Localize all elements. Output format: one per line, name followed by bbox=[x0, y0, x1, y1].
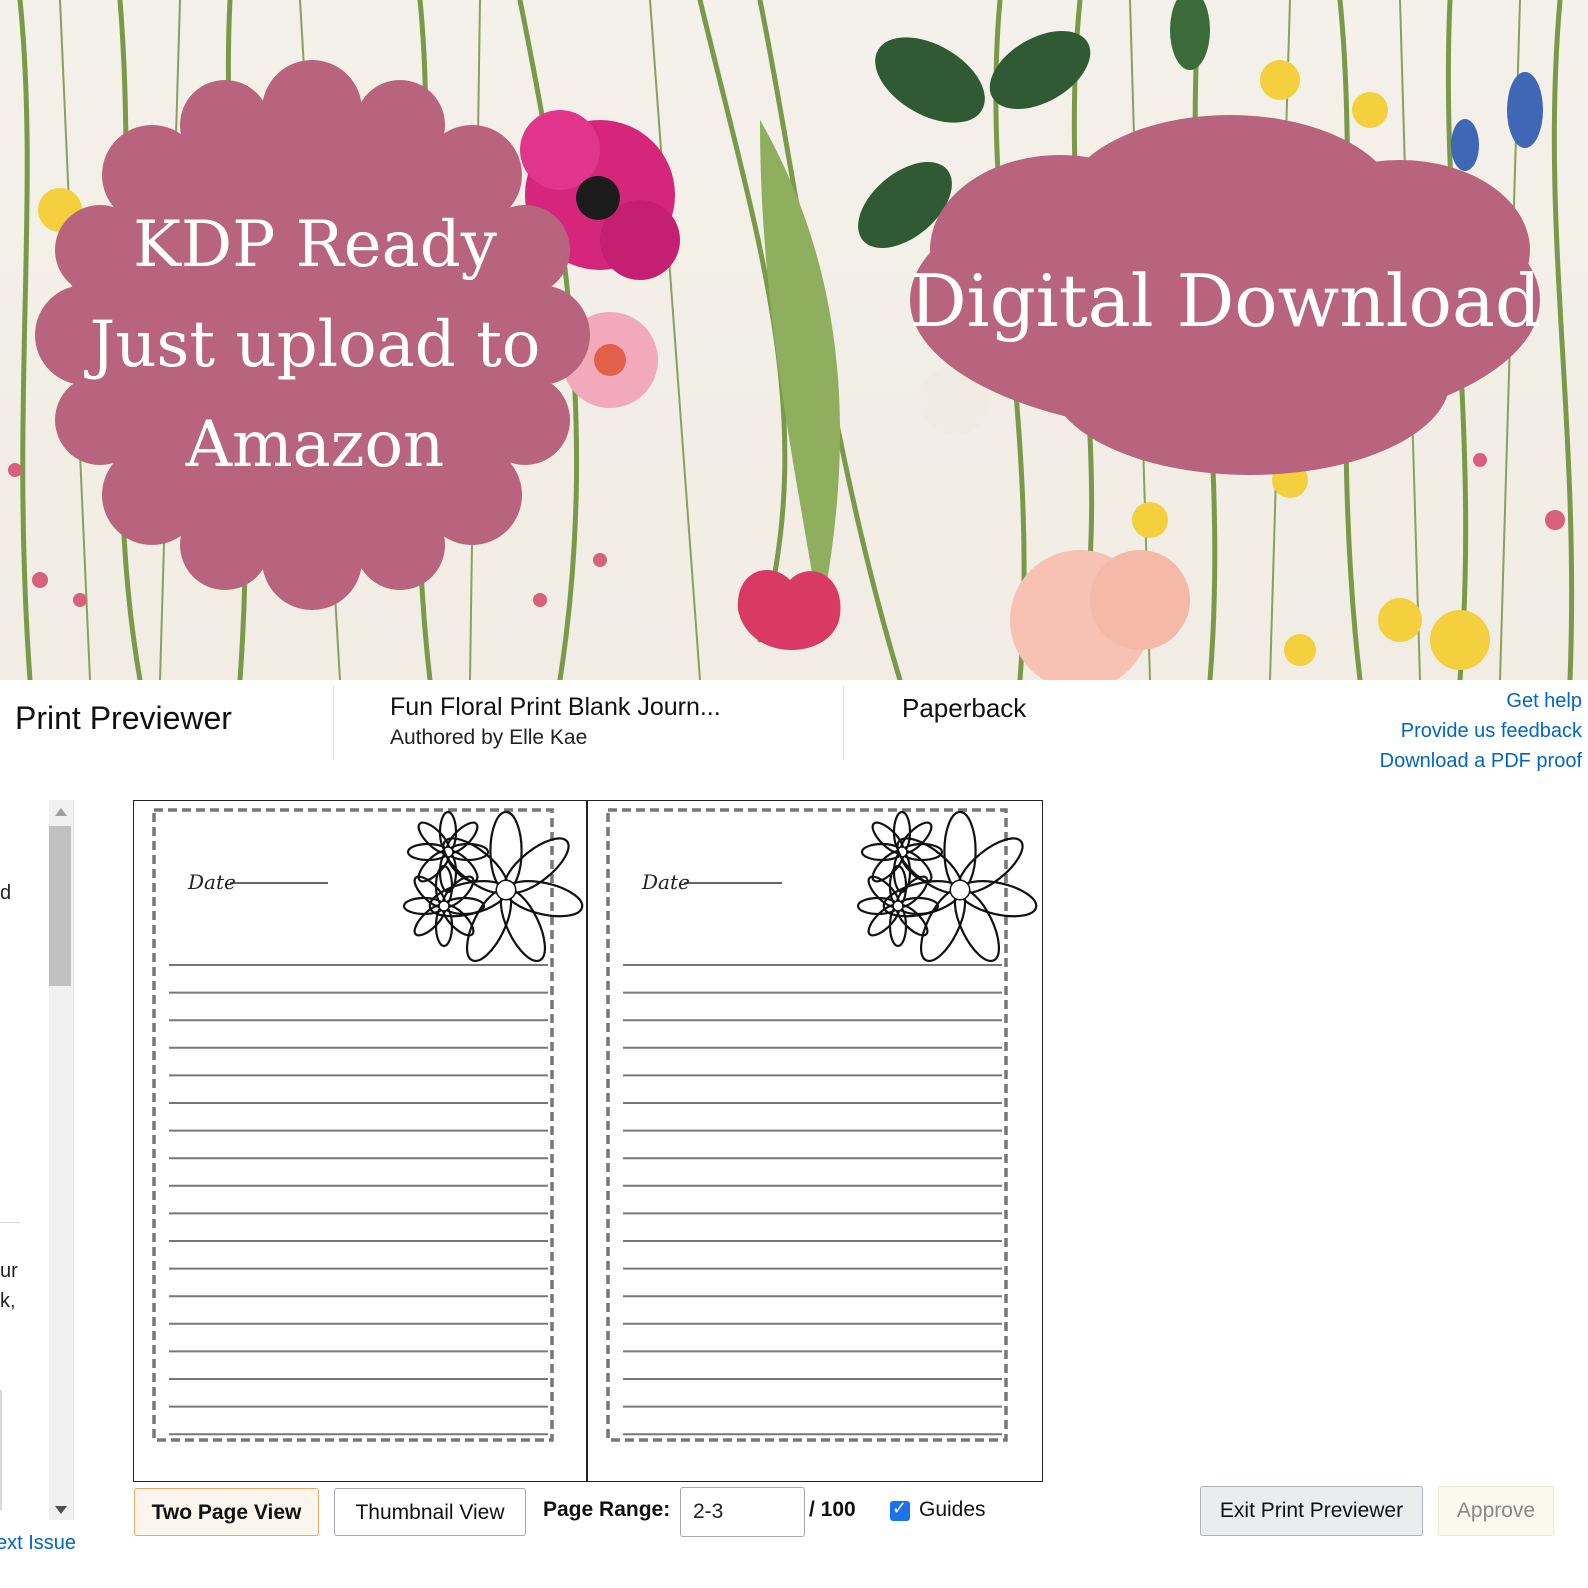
header-divider bbox=[843, 686, 844, 760]
panel-text-fragment: k, bbox=[0, 1290, 16, 1312]
badge-line-3: Amazon bbox=[185, 408, 445, 482]
check-icon: ✓ bbox=[892, 1498, 908, 1519]
two-page-view-button[interactable]: Two Page View bbox=[134, 1488, 319, 1536]
dashed-border bbox=[152, 808, 554, 1442]
badge-digital-download-text: Digital Download bbox=[908, 259, 1542, 343]
exit-print-previewer-button[interactable]: Exit Print Previewer bbox=[1200, 1486, 1423, 1536]
badge-line-2: Just upload to bbox=[89, 308, 541, 382]
small-flower-icon bbox=[406, 810, 490, 894]
get-help-link[interactable]: Get help bbox=[1506, 690, 1582, 713]
small-flower-icon bbox=[856, 864, 940, 948]
page-total: / 100 bbox=[809, 1498, 856, 1521]
page-range-label: Page Range: bbox=[543, 1498, 671, 1521]
date-label: Date bbox=[642, 870, 690, 894]
feedback-link[interactable]: Provide us feedback bbox=[1401, 720, 1582, 743]
book-title: Fun Floral Print Blank Journ... bbox=[390, 693, 721, 721]
previewer-header bbox=[0, 680, 1588, 780]
download-pdf-proof-link[interactable]: Download a PDF proof bbox=[1380, 750, 1582, 773]
panel-text-fragment: ur bbox=[0, 1260, 18, 1282]
scrollbar-thumb[interactable] bbox=[49, 826, 71, 986]
journal-page-right: Date bbox=[590, 800, 1040, 1480]
header-divider bbox=[333, 686, 334, 760]
guides-label: Guides bbox=[919, 1498, 986, 1521]
dashed-border bbox=[606, 808, 1008, 1442]
small-flower-icon bbox=[402, 864, 486, 948]
panel-divider bbox=[0, 1390, 2, 1510]
page-range-input[interactable] bbox=[680, 1487, 805, 1537]
scroll-down-arrow-icon[interactable] bbox=[55, 1506, 67, 1514]
panel-text-fragment: d bbox=[0, 882, 12, 904]
small-flower-icon bbox=[860, 810, 944, 894]
guides-checkbox[interactable]: ✓ bbox=[890, 1498, 910, 1521]
thumbnail-view-button[interactable]: Thumbnail View bbox=[334, 1488, 526, 1536]
promo-banner: KDP Ready Just upload to Amazon Digital … bbox=[0, 0, 1588, 680]
book-author: Authored by Elle Kae bbox=[390, 726, 588, 749]
scroll-up-arrow-icon[interactable] bbox=[55, 808, 67, 816]
format-label: Paperback bbox=[902, 693, 1027, 723]
date-label: Date bbox=[188, 870, 236, 894]
page-title: Print Previewer bbox=[15, 700, 232, 736]
approve-button[interactable]: Approve bbox=[1438, 1486, 1554, 1536]
badge-line-1: KDP Ready bbox=[133, 208, 497, 282]
next-issue-link[interactable]: ext Issue bbox=[0, 1532, 76, 1555]
badge-kdp-ready-text: KDP Ready Just upload to Amazon bbox=[60, 195, 570, 495]
spread-gutter bbox=[586, 800, 588, 1482]
journal-page-left: Date bbox=[136, 800, 586, 1480]
panel-divider bbox=[0, 1222, 20, 1223]
